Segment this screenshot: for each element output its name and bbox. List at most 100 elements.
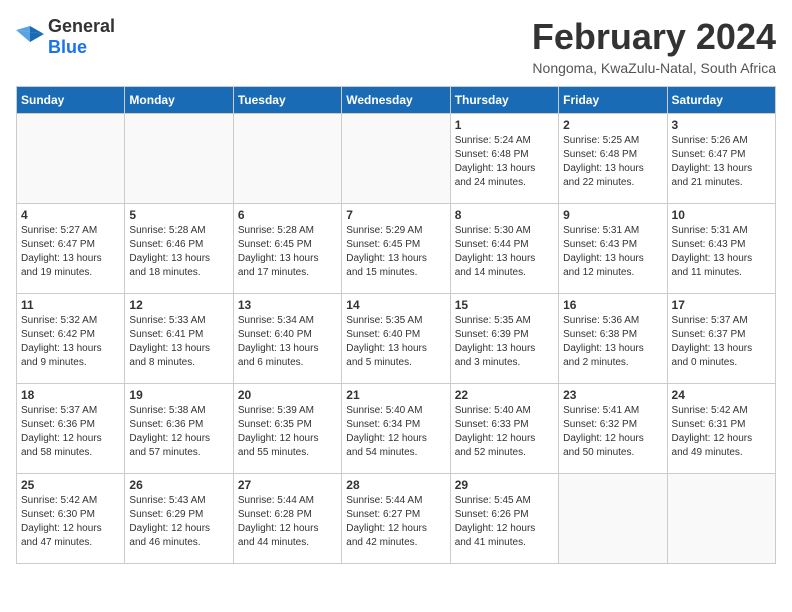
weekday-header-monday: Monday (125, 87, 233, 114)
day-info: Sunrise: 5:45 AM Sunset: 6:26 PM Dayligh… (455, 494, 554, 550)
calendar-day: 8 Sunrise: 5:30 AM Sunset: 6:44 PM Daylig… (450, 204, 558, 294)
calendar-day: 17Sunrise: 5:37 AM Sunset: 6:37 PM Dayli… (667, 294, 775, 384)
day-info: Sunrise: 5:39 AM Sunset: 6:35 PM Dayligh… (238, 404, 337, 460)
calendar-week-1: 1 Sunrise: 5:24 AM Sunset: 6:48 PM Daylig… (17, 114, 776, 204)
day-info: Sunrise: 5:28 AM Sunset: 6:45 PM Dayligh… (238, 224, 337, 280)
calendar-week-2: 4 Sunrise: 5:27 AM Sunset: 6:47 PM Daylig… (17, 204, 776, 294)
day-info: Sunrise: 5:31 AM Sunset: 6:43 PM Dayligh… (672, 224, 771, 280)
calendar-day: 4 Sunrise: 5:27 AM Sunset: 6:47 PM Daylig… (17, 204, 125, 294)
day-number: 9 (563, 208, 662, 222)
day-number: 12 (129, 298, 228, 312)
calendar-week-4: 18Sunrise: 5:37 AM Sunset: 6:36 PM Dayli… (17, 384, 776, 474)
day-number: 7 (346, 208, 445, 222)
day-info: Sunrise: 5:34 AM Sunset: 6:40 PM Dayligh… (238, 314, 337, 370)
day-number: 27 (238, 478, 337, 492)
day-info: Sunrise: 5:31 AM Sunset: 6:43 PM Dayligh… (563, 224, 662, 280)
day-number: 5 (129, 208, 228, 222)
calendar-day: 15 Sunrise: 5:35 AM Sunset: 6:39 PM Dayli… (450, 294, 558, 384)
month-title: February 2024 (532, 16, 776, 58)
day-number: 2 (563, 118, 662, 132)
calendar-day: 9 Sunrise: 5:31 AM Sunset: 6:43 PM Daylig… (559, 204, 667, 294)
weekday-header-row: SundayMondayTuesdayWednesdayThursdayFrid… (17, 87, 776, 114)
calendar-table: SundayMondayTuesdayWednesdayThursdayFrid… (16, 86, 776, 564)
day-info: Sunrise: 5:32 AM Sunset: 6:42 PM Dayligh… (21, 314, 120, 370)
weekday-header-wednesday: Wednesday (342, 87, 450, 114)
calendar-day: 25Sunrise: 5:42 AM Sunset: 6:30 PM Dayli… (17, 474, 125, 564)
day-number: 11 (21, 298, 120, 312)
day-info: Sunrise: 5:29 AM Sunset: 6:45 PM Dayligh… (346, 224, 445, 280)
calendar-day: 11 Sunrise: 5:32 AM Sunset: 6:42 PM Dayli… (17, 294, 125, 384)
title-block: February 2024 Nongoma, KwaZulu-Natal, So… (532, 16, 776, 76)
day-info: Sunrise: 5:41 AM Sunset: 6:32 PM Dayligh… (563, 404, 662, 460)
day-info: Sunrise: 5:42 AM Sunset: 6:31 PM Dayligh… (672, 404, 771, 460)
page-header: General Blue February 2024 Nongoma, KwaZ… (16, 16, 776, 76)
calendar-day: 5 Sunrise: 5:28 AM Sunset: 6:46 PM Daylig… (125, 204, 233, 294)
calendar-day: 29 Sunrise: 5:45 AM Sunset: 6:26 PM Dayli… (450, 474, 558, 564)
weekday-header-thursday: Thursday (450, 87, 558, 114)
day-info: Sunrise: 5:25 AM Sunset: 6:48 PM Dayligh… (563, 134, 662, 190)
calendar-day (17, 114, 125, 204)
calendar-day: 19Sunrise: 5:38 AM Sunset: 6:36 PM Dayli… (125, 384, 233, 474)
calendar-day: 2 Sunrise: 5:25 AM Sunset: 6:48 PM Daylig… (559, 114, 667, 204)
weekday-header-tuesday: Tuesday (233, 87, 341, 114)
logo-text: General Blue (48, 16, 115, 58)
calendar-day (342, 114, 450, 204)
calendar-day: 23 Sunrise: 5:41 AM Sunset: 6:32 PM Dayli… (559, 384, 667, 474)
calendar-day (233, 114, 341, 204)
day-info: Sunrise: 5:35 AM Sunset: 6:39 PM Dayligh… (455, 314, 554, 370)
day-number: 26 (129, 478, 228, 492)
calendar-day: 12 Sunrise: 5:33 AM Sunset: 6:41 PM Dayli… (125, 294, 233, 384)
day-number: 4 (21, 208, 120, 222)
calendar-day: 14 Sunrise: 5:35 AM Sunset: 6:40 PM Dayli… (342, 294, 450, 384)
weekday-header-saturday: Saturday (667, 87, 775, 114)
day-info: Sunrise: 5:40 AM Sunset: 6:34 PM Dayligh… (346, 404, 445, 460)
logo-icon (16, 24, 44, 51)
logo: General Blue (16, 16, 115, 58)
day-number: 6 (238, 208, 337, 222)
day-number: 8 (455, 208, 554, 222)
day-info: Sunrise: 5:35 AM Sunset: 6:40 PM Dayligh… (346, 314, 445, 370)
calendar-day: 20Sunrise: 5:39 AM Sunset: 6:35 PM Dayli… (233, 384, 341, 474)
day-number: 1 (455, 118, 554, 132)
day-info: Sunrise: 5:33 AM Sunset: 6:41 PM Dayligh… (129, 314, 228, 370)
day-number: 28 (346, 478, 445, 492)
day-number: 22 (455, 388, 554, 402)
day-number: 16 (563, 298, 662, 312)
day-info: Sunrise: 5:27 AM Sunset: 6:47 PM Dayligh… (21, 224, 120, 280)
day-number: 3 (672, 118, 771, 132)
calendar-week-5: 25Sunrise: 5:42 AM Sunset: 6:30 PM Dayli… (17, 474, 776, 564)
calendar-day: 18Sunrise: 5:37 AM Sunset: 6:36 PM Dayli… (17, 384, 125, 474)
calendar-day: 22 Sunrise: 5:40 AM Sunset: 6:33 PM Dayli… (450, 384, 558, 474)
calendar-day: 26Sunrise: 5:43 AM Sunset: 6:29 PM Dayli… (125, 474, 233, 564)
day-number: 25 (21, 478, 120, 492)
calendar-day: 16 Sunrise: 5:36 AM Sunset: 6:38 PM Dayli… (559, 294, 667, 384)
day-info: Sunrise: 5:40 AM Sunset: 6:33 PM Dayligh… (455, 404, 554, 460)
calendar-day (125, 114, 233, 204)
day-info: Sunrise: 5:24 AM Sunset: 6:48 PM Dayligh… (455, 134, 554, 190)
day-info: Sunrise: 5:26 AM Sunset: 6:47 PM Dayligh… (672, 134, 771, 190)
calendar-day: 7 Sunrise: 5:29 AM Sunset: 6:45 PM Daylig… (342, 204, 450, 294)
day-number: 23 (563, 388, 662, 402)
day-number: 15 (455, 298, 554, 312)
day-number: 14 (346, 298, 445, 312)
day-number: 13 (238, 298, 337, 312)
calendar-day: 10Sunrise: 5:31 AM Sunset: 6:43 PM Dayli… (667, 204, 775, 294)
day-info: Sunrise: 5:37 AM Sunset: 6:36 PM Dayligh… (21, 404, 120, 460)
calendar-day: 1 Sunrise: 5:24 AM Sunset: 6:48 PM Daylig… (450, 114, 558, 204)
location: Nongoma, KwaZulu-Natal, South Africa (532, 60, 776, 76)
day-number: 29 (455, 478, 554, 492)
day-number: 19 (129, 388, 228, 402)
calendar-day: 21 Sunrise: 5:40 AM Sunset: 6:34 PM Dayli… (342, 384, 450, 474)
calendar-day: 6 Sunrise: 5:28 AM Sunset: 6:45 PM Daylig… (233, 204, 341, 294)
calendar-day: 24Sunrise: 5:42 AM Sunset: 6:31 PM Dayli… (667, 384, 775, 474)
weekday-header-friday: Friday (559, 87, 667, 114)
calendar-day: 27Sunrise: 5:44 AM Sunset: 6:28 PM Dayli… (233, 474, 341, 564)
day-number: 21 (346, 388, 445, 402)
weekday-header-sunday: Sunday (17, 87, 125, 114)
day-info: Sunrise: 5:30 AM Sunset: 6:44 PM Dayligh… (455, 224, 554, 280)
calendar-day (667, 474, 775, 564)
calendar-day: 28Sunrise: 5:44 AM Sunset: 6:27 PM Dayli… (342, 474, 450, 564)
day-number: 17 (672, 298, 771, 312)
day-info: Sunrise: 5:28 AM Sunset: 6:46 PM Dayligh… (129, 224, 228, 280)
day-info: Sunrise: 5:36 AM Sunset: 6:38 PM Dayligh… (563, 314, 662, 370)
